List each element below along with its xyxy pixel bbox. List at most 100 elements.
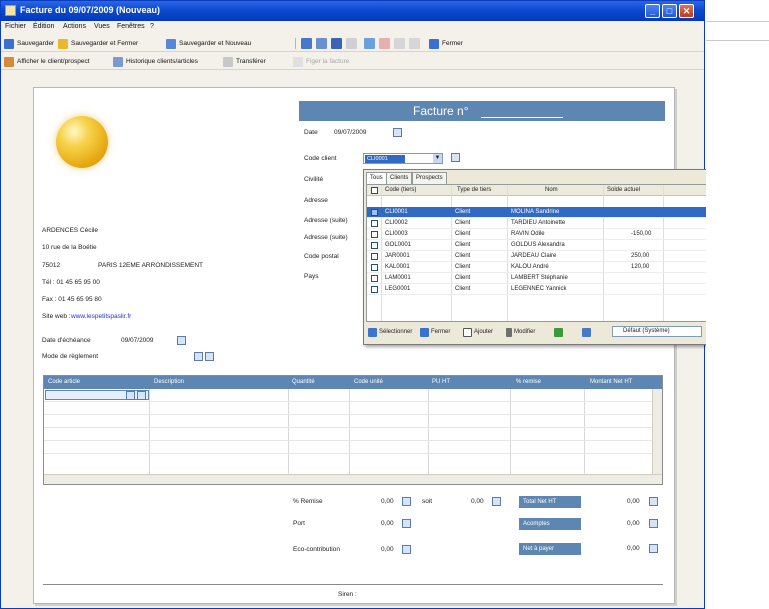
net-a-payer-button[interactable]: Net à payer <box>519 543 581 555</box>
article-dropdown-icon[interactable] <box>126 391 135 400</box>
close-dropdown-button[interactable]: Fermer <box>420 326 450 338</box>
client-row[interactable]: LEG0001 Client LEGENNEC Yannick <box>367 284 712 295</box>
col-solde[interactable]: Solde actuel <box>607 187 640 193</box>
lock-invoice-button[interactable]: Figer la facture <box>293 56 349 67</box>
col-nom[interactable]: Nom <box>545 187 558 193</box>
col-quantite[interactable]: Quantité <box>292 379 315 385</box>
lines-vertical-scrollbar[interactable] <box>652 389 662 475</box>
undo-icon[interactable] <box>331 38 342 49</box>
row-nom: RAVIN Odile <box>511 231 545 237</box>
col-pu-ht[interactable]: PU HT <box>432 379 450 385</box>
menu-fenetres[interactable]: Fenêtres <box>117 23 145 30</box>
company-website-label: Site web : <box>42 313 71 320</box>
tab-prospects[interactable]: Prospects <box>412 172 447 184</box>
menu-fichier[interactable]: Fichier <box>5 23 26 30</box>
net-a-payer-icon[interactable] <box>649 544 658 553</box>
eco-icon[interactable] <box>402 545 411 554</box>
preview-icon[interactable] <box>316 38 327 49</box>
add-client-button[interactable]: Ajouter <box>463 326 493 338</box>
close-window-button[interactable]: ✕ <box>679 4 694 18</box>
view-select[interactable]: Défaut (Système) <box>612 326 702 337</box>
menu-help[interactable]: ? <box>150 23 154 30</box>
client-row[interactable]: CLI0001 Client MOLINA Sandrine <box>367 207 712 218</box>
client-row[interactable]: KAL0001 Client KALOU André 120,00 <box>367 262 712 273</box>
client-row[interactable]: CLI0002 Client TARDIEU Antoinette <box>367 218 712 229</box>
row-checkbox[interactable] <box>371 253 378 260</box>
tab-tous[interactable]: Tous <box>366 172 387 184</box>
calendar-icon[interactable] <box>177 336 186 345</box>
col-montant[interactable]: Montant Net HT <box>590 379 632 385</box>
client-row[interactable]: LAM0001 Client LAMBERT Stéphanie <box>367 273 712 284</box>
row-checkbox[interactable] <box>371 286 378 293</box>
print-icon[interactable] <box>301 38 312 49</box>
row-checkbox[interactable] <box>371 209 378 216</box>
col-code[interactable]: Code (tiers) <box>385 187 416 193</box>
row-checkbox[interactable] <box>371 264 378 271</box>
remise-icon[interactable] <box>402 497 411 506</box>
row-code: CLI0002 <box>385 220 408 226</box>
save-button[interactable]: Sauvegarder <box>4 38 54 49</box>
client-code-value: CLI0001 <box>365 155 405 163</box>
client-row[interactable]: JAR0001 Client JARDEAU Claire 250,00 <box>367 251 712 262</box>
copy-icon[interactable] <box>364 38 375 49</box>
menu-vues[interactable]: Vues <box>94 23 110 30</box>
row-checkbox[interactable] <box>371 231 378 238</box>
row-checkbox[interactable] <box>371 275 378 282</box>
port-icon[interactable] <box>402 519 411 528</box>
modify-client-button[interactable]: Modifier <box>506 326 535 338</box>
col-type[interactable]: Type de tiers <box>457 187 491 193</box>
article-edit-icon[interactable] <box>137 391 146 400</box>
down-icon[interactable] <box>409 38 420 49</box>
maximize-button[interactable]: □ <box>662 4 677 18</box>
close-label: Fermer <box>442 40 463 47</box>
export-button[interactable] <box>554 326 565 338</box>
total-ht-button[interactable]: Total Net HT <box>519 496 581 508</box>
history-button[interactable]: Historique clients/articles <box>113 56 198 67</box>
lines-horizontal-scrollbar[interactable] <box>44 474 662 484</box>
delete-icon[interactable] <box>379 38 390 49</box>
new-document-icon <box>463 327 472 337</box>
view-icon-button[interactable] <box>582 326 593 338</box>
close-button[interactable]: Fermer <box>429 38 463 49</box>
menu-actions[interactable]: Actions <box>63 23 86 30</box>
port-field[interactable]: 0,00 <box>381 520 394 527</box>
col-code-unite[interactable]: Code unité <box>354 379 383 385</box>
total-ht-icon[interactable] <box>649 497 658 506</box>
client-edit-icon[interactable] <box>451 153 460 162</box>
select-all-checkbox[interactable] <box>371 187 378 194</box>
transfer-button[interactable]: Transférer <box>223 56 266 67</box>
reglement-edit-icon[interactable] <box>205 352 214 361</box>
client-code-combo[interactable]: CLI0001 ▼ <box>363 153 443 164</box>
client-row[interactable]: GOL0001 Client GOLDUS Alexandra <box>367 240 712 251</box>
row-checkbox[interactable] <box>371 242 378 249</box>
minimize-button[interactable]: _ <box>645 4 660 18</box>
remise-field[interactable]: 0,00 <box>381 498 394 505</box>
redo-icon[interactable] <box>346 38 357 49</box>
menu-edition[interactable]: Édition <box>33 23 54 30</box>
reglement-dropdown-icon[interactable] <box>194 352 203 361</box>
col-remise[interactable]: % remise <box>516 379 541 385</box>
save-close-button[interactable]: Sauvegarder et Fermer <box>58 38 138 49</box>
soit-icon[interactable] <box>492 497 501 506</box>
col-description[interactable]: Description <box>154 379 184 385</box>
floppy-close-icon <box>58 38 68 49</box>
date-field[interactable]: 09/07/2009 <box>334 129 367 136</box>
echeance-field[interactable]: 09/07/2009 <box>121 337 154 344</box>
save-new-button[interactable]: Sauvegarder et Nouveau <box>166 38 251 49</box>
client-row[interactable]: CLI0003 Client RAVIN Odile -150,00 <box>367 229 712 240</box>
up-icon[interactable] <box>394 38 405 49</box>
company-website-link[interactable]: www.lespetitspaslir.fr <box>71 313 131 320</box>
show-client-button[interactable]: Afficher le client/prospect <box>4 56 90 67</box>
soit-field[interactable]: 0,00 <box>471 498 484 505</box>
acomptes-button[interactable]: Acomptes <box>519 518 581 530</box>
date-calendar-icon[interactable] <box>393 128 402 137</box>
acomptes-icon[interactable] <box>649 519 658 528</box>
chevron-down-icon[interactable]: ▼ <box>433 154 442 163</box>
col-code-article[interactable]: Code article <box>48 379 80 385</box>
select-client-button[interactable]: Sélectionner <box>368 326 412 338</box>
facture-number-field[interactable] <box>481 117 563 118</box>
tab-clients[interactable]: Clients <box>386 172 413 184</box>
eco-field[interactable]: 0,00 <box>381 546 394 553</box>
port-label: Port <box>293 520 305 527</box>
row-checkbox[interactable] <box>371 220 378 227</box>
